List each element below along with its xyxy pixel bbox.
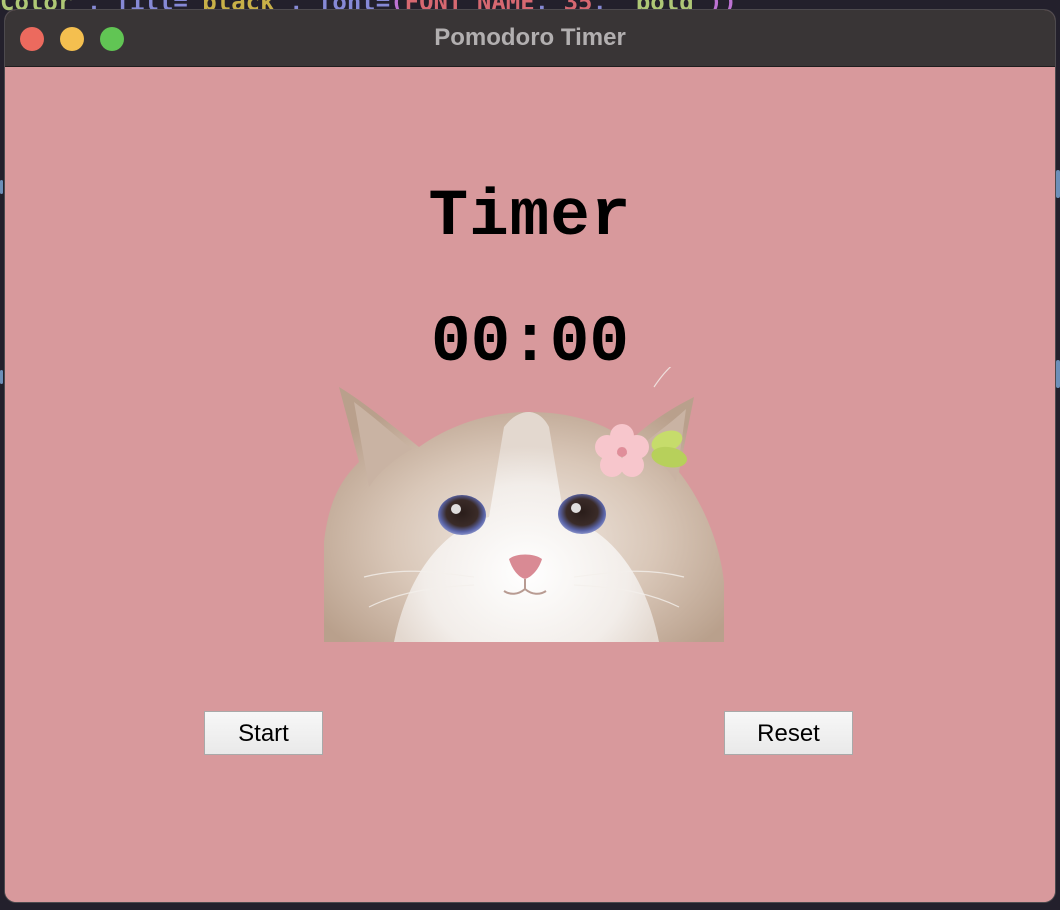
background-editor-marker: [1056, 360, 1060, 388]
reset-button[interactable]: Reset: [724, 711, 853, 755]
title-bar[interactable]: Pomodoro Timer: [5, 10, 1055, 67]
timer-heading: Timer: [428, 179, 632, 254]
background-editor-marker: [1056, 170, 1060, 198]
cat-photo-icon: [324, 367, 724, 642]
timer-canvas: Timer 00:00 Start Reset: [5, 67, 1055, 902]
pomodoro-window: Pomodoro Timer Timer 00:00 Start Reset: [5, 10, 1055, 902]
background-editor-marker: [0, 180, 3, 194]
background-editor-marker: [0, 370, 3, 384]
start-button[interactable]: Start: [204, 711, 323, 755]
window-title: Pomodoro Timer: [434, 24, 626, 51]
